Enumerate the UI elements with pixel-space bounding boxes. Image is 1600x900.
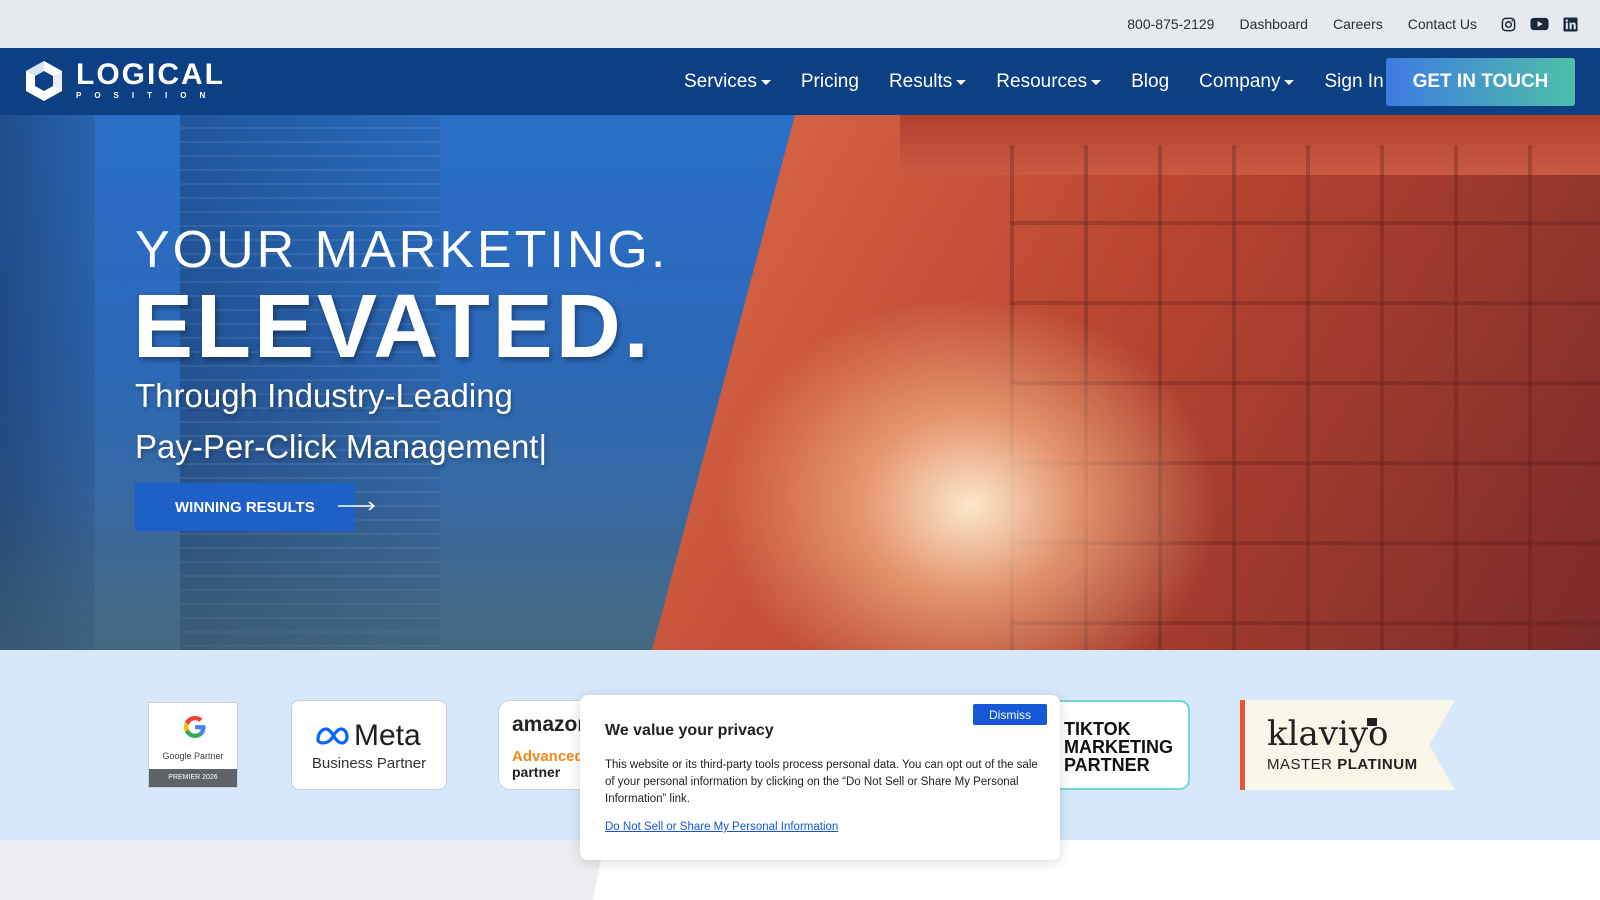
- klaviyo-flag-icon: [1367, 718, 1377, 726]
- phone-link[interactable]: 800-875-2129: [1127, 16, 1214, 32]
- amazon-advanced-label: Advanced: [512, 748, 584, 765]
- tiktok-line: TIKTOK: [1064, 719, 1131, 739]
- meta-wordmark: Meta: [354, 719, 421, 752]
- nav-resources[interactable]: Resources: [996, 70, 1102, 93]
- utility-links: 800-875-2129 Dashboard Careers Contact U…: [1127, 0, 1578, 48]
- hero-headline-line1: YOUR MARKETING.: [135, 221, 669, 279]
- chevron-down-icon: [760, 80, 771, 85]
- amazon-partner-label: partner: [512, 764, 561, 780]
- logo-subword: POSITION: [76, 91, 219, 100]
- linkedin-icon[interactable]: [1563, 16, 1578, 32]
- nav-blog[interactable]: Blog: [1131, 71, 1169, 93]
- nav-company[interactable]: Company: [1199, 70, 1295, 93]
- main-nav: LOGICAL POSITION Services Pricing Result…: [0, 48, 1600, 115]
- utility-bar: 800-875-2129 Dashboard Careers Contact U…: [0, 0, 1600, 48]
- nav-services[interactable]: Services: [684, 71, 771, 93]
- hero-headline-line2: ELEVATED.: [133, 277, 652, 377]
- do-not-sell-link[interactable]: Do Not Sell or Share My Personal Informa…: [605, 821, 838, 833]
- nav-label: Sign In: [1324, 70, 1384, 92]
- tiktok-line: PARTNER: [1064, 755, 1150, 775]
- tiktok-line: MARKETING: [1064, 737, 1173, 757]
- privacy-title: We value your privacy: [605, 722, 774, 739]
- klaviyo-partner-badge: klaviyo MASTER PLATINUM: [1240, 700, 1455, 790]
- tiktok-partner-text: TIKTOK MARKETING PARTNER: [1064, 720, 1173, 774]
- logo[interactable]: LOGICAL POSITION: [24, 59, 225, 103]
- careers-link[interactable]: Careers: [1333, 16, 1383, 32]
- privacy-body: This website or its third-party tools pr…: [605, 759, 1038, 805]
- amazon-wordmark: amazon: [512, 713, 591, 736]
- hero-subheadline-line1: Through Industry-Leading: [135, 377, 513, 414]
- logo-cube-icon: [26, 61, 62, 101]
- chevron-down-icon: [1091, 80, 1102, 85]
- logo-word: LOGICAL: [76, 58, 225, 91]
- nav-items: Services Pricing Results Resources Blog …: [684, 48, 1414, 115]
- contact-us-link[interactable]: Contact Us: [1408, 16, 1477, 32]
- chevron-down-icon: [956, 80, 967, 85]
- privacy-dialog: Dismiss We value your privacy This websi…: [580, 695, 1060, 860]
- nav-label: Blog: [1131, 70, 1170, 92]
- arrow-right-icon: [338, 501, 376, 511]
- meta-logo: Meta: [314, 719, 421, 753]
- chevron-down-icon: [1284, 80, 1295, 85]
- google-g-icon: [184, 716, 206, 738]
- dismiss-button[interactable]: Dismiss: [973, 704, 1047, 725]
- meta-partner-label: Business Partner: [311, 755, 427, 772]
- instagram-icon[interactable]: [1501, 17, 1516, 32]
- nav-label: Resources: [996, 70, 1088, 92]
- google-premier-label: PREMIER 2026: [149, 769, 237, 787]
- logo-text: LOGICAL POSITION: [76, 58, 225, 101]
- nav-sign-in[interactable]: Sign In: [1324, 71, 1383, 93]
- klaviyo-tier-level: PLATINUM: [1337, 756, 1418, 773]
- get-in-touch-button[interactable]: GET IN TOUCH: [1386, 58, 1575, 106]
- nav-label: Results: [888, 70, 953, 92]
- dashboard-link[interactable]: Dashboard: [1239, 16, 1308, 32]
- social-links: [1501, 16, 1578, 32]
- nav-label: Services: [684, 70, 757, 92]
- winning-results-button[interactable]: WINNING RESULTS: [135, 483, 355, 531]
- klaviyo-tier-word: MASTER: [1267, 756, 1333, 773]
- tiktok-partner-badge: TIKTOK MARKETING PARTNER: [1040, 700, 1190, 790]
- meta-infinity-icon: [316, 727, 349, 745]
- youtube-icon[interactable]: [1530, 17, 1549, 31]
- google-partner-label: Google Partner: [162, 751, 224, 761]
- meta-partner-badge: Meta Business Partner: [291, 700, 447, 790]
- nav-pricing[interactable]: Pricing: [801, 71, 859, 93]
- klaviyo-tier-label: MASTER PLATINUM: [1267, 756, 1418, 773]
- nav-label: Pricing: [800, 70, 859, 92]
- hero-subheadline-line2: Pay-Per-Click Management|: [135, 428, 548, 465]
- google-partner-badge: Google Partner PREMIER 2026: [148, 702, 238, 788]
- hero-sun-glare: [720, 295, 1220, 650]
- nav-label: Company: [1199, 70, 1281, 92]
- nav-results[interactable]: Results: [888, 70, 967, 93]
